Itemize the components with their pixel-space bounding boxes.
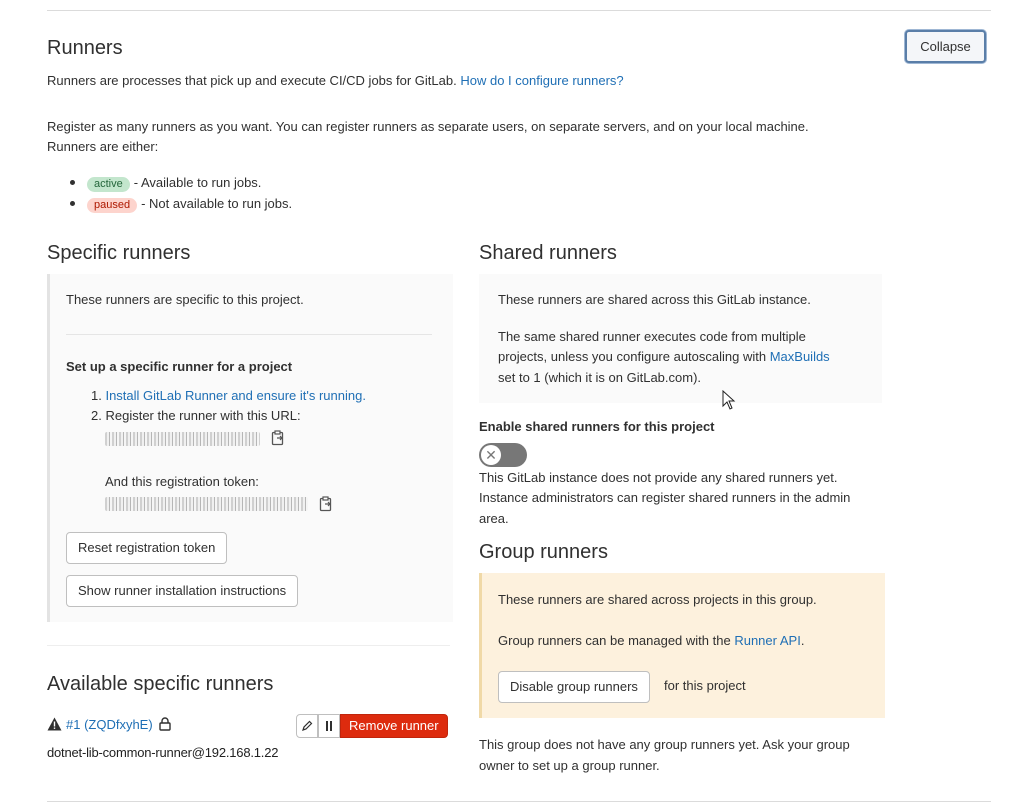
close-icon: ✕ [481,445,501,465]
shared-desc2-line1: The same shared runner executes code fro… [498,329,806,344]
maxbuilds-link[interactable]: MaxBuilds [770,349,830,364]
bottom-divider [47,801,991,802]
pencil-icon [302,720,313,731]
paused-desc: - Not available to run jobs. [141,196,293,211]
register-text-line1: Register as many runners as you want. Yo… [47,119,809,134]
step-1-number: 1. [91,388,102,403]
state-paused-item: paused - Not available to run jobs. [87,194,292,214]
for-this-project-label: for this project [664,678,746,693]
lock-icon [159,717,171,734]
top-divider [47,10,991,11]
group-desc2: Group runners can be managed with the Ru… [498,631,804,651]
specific-runners-panel [47,274,453,622]
group-desc1: These runners are shared across projects… [498,592,817,607]
bullet-icon [70,180,75,185]
page-title: Runners [47,37,123,59]
remove-runner-button[interactable]: Remove runner [340,714,448,738]
group-desc2-text: Group runners can be managed with the [498,633,731,648]
paused-badge: paused [87,198,138,213]
pause-runner-button[interactable] [318,714,340,738]
shared-runners-title: Shared runners [479,242,617,264]
shared-desc1: These runners are shared across this Git… [498,292,811,307]
reset-registration-token-button[interactable]: Reset registration token [66,532,228,564]
intro-text: Runners are processes that pick up and e… [47,71,624,91]
setup-title: Set up a specific runner for a project [66,359,293,374]
state-active-item: active - Available to run jobs. [87,173,261,193]
pause-icon [326,721,332,731]
register-text-line2: Runners are either: [47,139,159,154]
install-runner-link[interactable]: Install GitLab Runner and ensure it's ru… [105,388,365,403]
shared-none-line2: Instance administrators can register sha… [479,490,851,505]
shared-desc2-line2: projects, unless you configure autoscali… [498,347,830,367]
registration-token-redacted [105,497,308,511]
intro-text-label: Runners are processes that pick up and e… [47,73,457,88]
warning-icon [47,717,62,734]
shared-runners-toggle[interactable]: ✕ [479,443,527,467]
panel-divider [66,334,432,335]
runner-api-link[interactable]: Runner API [734,633,801,648]
registration-url-redacted [105,432,260,446]
disable-group-runners-button[interactable]: Disable group runners [498,671,650,703]
specific-runners-title: Specific runners [47,242,191,264]
token-label: And this registration token: [105,474,259,489]
available-runners-title: Available specific runners [47,673,274,695]
active-desc: - Available to run jobs. [133,175,262,190]
clipboard-icon[interactable] [271,430,285,449]
show-installation-instructions-button[interactable]: Show runner installation instructions [66,575,299,607]
step-2: 2. Register the runner with this URL: [91,406,301,426]
clipboard-icon[interactable] [319,496,333,515]
section-divider [47,645,450,646]
configure-runners-link[interactable]: How do I configure runners? [460,73,623,88]
bullet-icon [70,201,75,206]
specific-desc: These runners are specific to this proje… [66,292,304,307]
step-2-number: 2. [91,408,102,423]
shared-desc2-text: projects, unless you configure autoscali… [498,349,767,364]
edit-runner-button[interactable] [296,714,318,738]
mouse-cursor-icon [722,389,736,413]
collapse-button[interactable]: Collapse [905,30,986,63]
shared-none-line1: This GitLab instance does not provide an… [479,470,838,485]
group-runners-title: Group runners [479,541,608,563]
group-desc2-period: . [800,633,805,648]
runner-description: dotnet-lib-common-runner@192.168.1.22 [47,745,279,760]
active-badge: active [87,177,130,192]
shared-none-line3: area. [479,511,509,526]
group-none-line2: owner to set up a group runner. [479,758,660,773]
runner-link[interactable]: #1 (ZQDfxyhE) [66,715,153,735]
step-1: 1. Install GitLab Runner and ensure it's… [91,386,366,406]
step-2-text: Register the runner with this URL: [105,408,301,423]
shared-desc2-line3: set to 1 (which it is on GitLab.com). [498,370,702,385]
enable-shared-label: Enable shared runners for this project [479,419,715,434]
group-none-line1: This group does not have any group runne… [479,737,850,752]
